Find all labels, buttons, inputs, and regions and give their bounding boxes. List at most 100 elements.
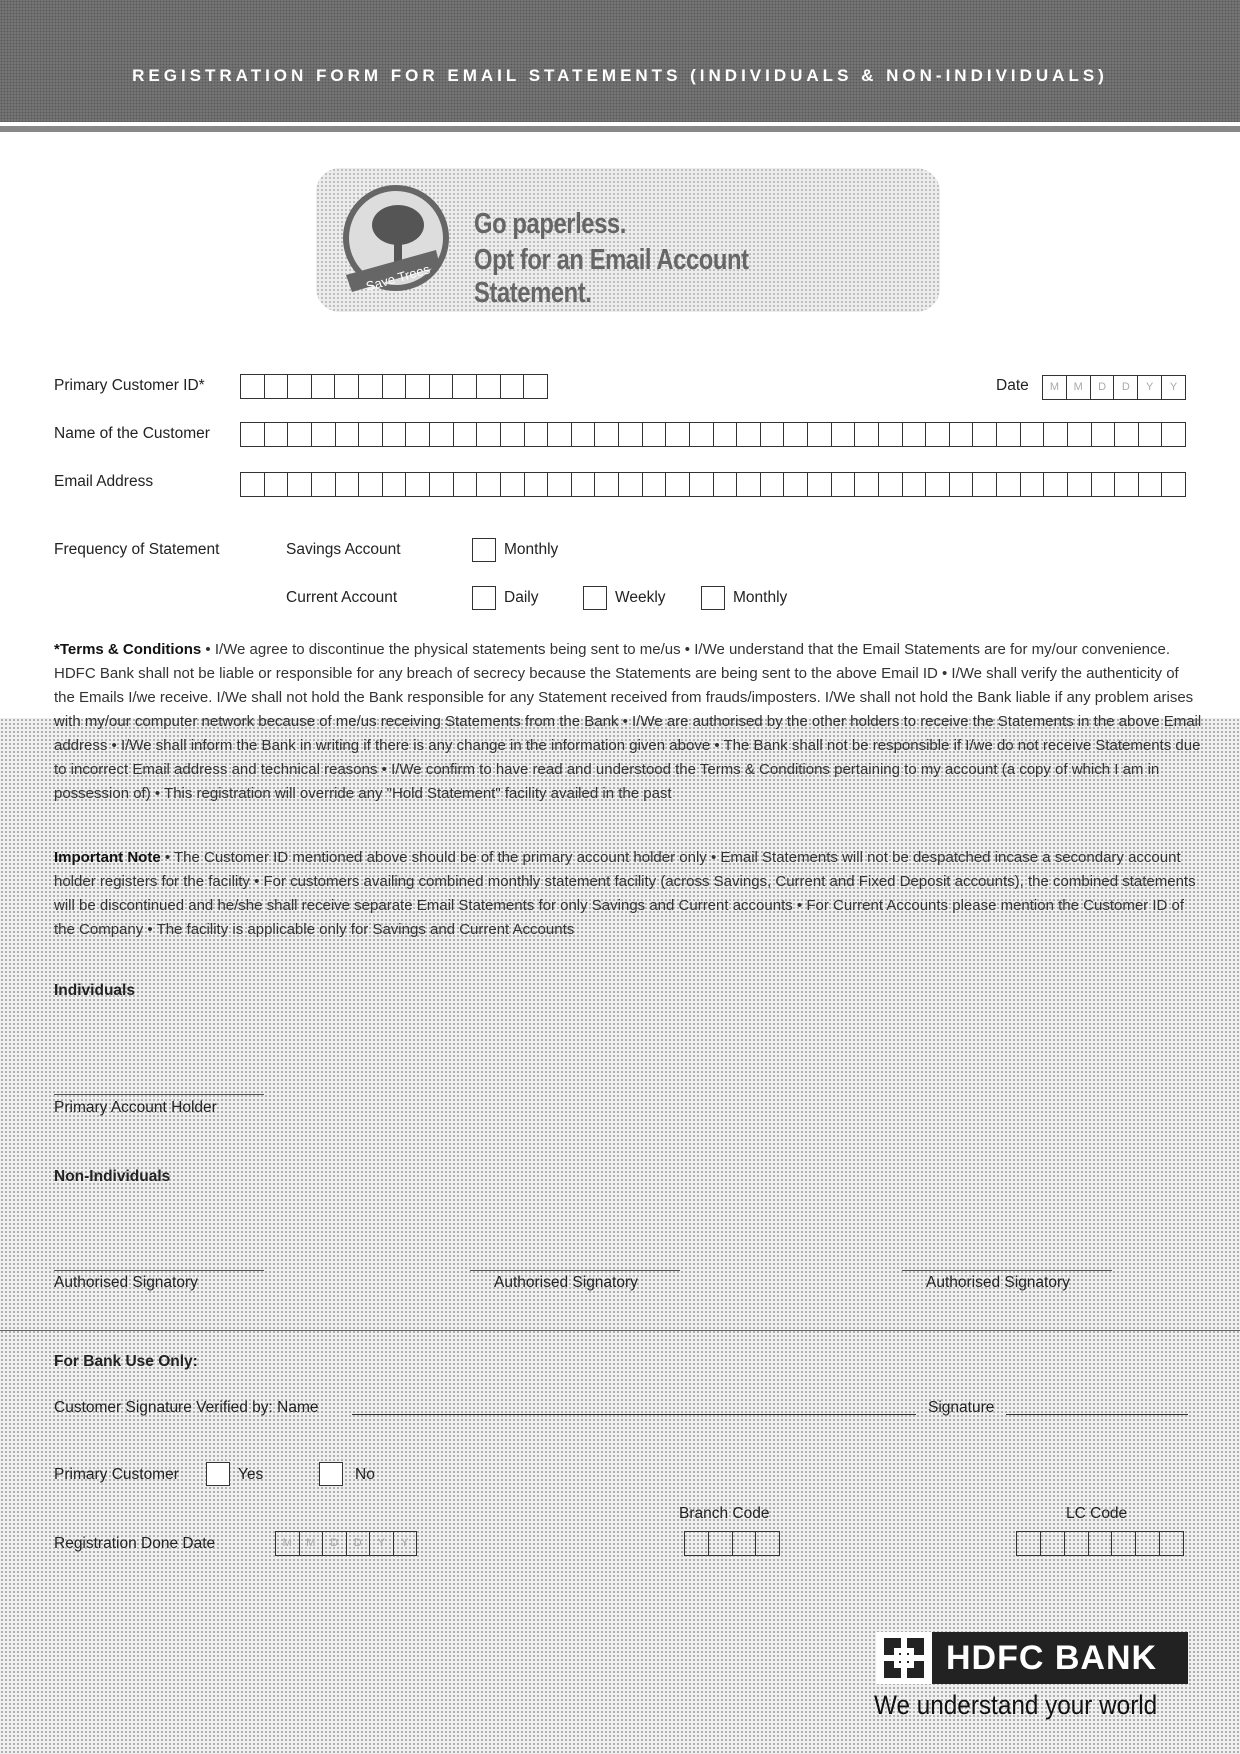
- char-box[interactable]: [690, 423, 714, 446]
- char-box[interactable]: Y: [394, 1532, 417, 1555]
- char-box[interactable]: [832, 423, 856, 446]
- char-box[interactable]: [973, 423, 997, 446]
- char-box[interactable]: [454, 423, 478, 446]
- char-box[interactable]: [1065, 1532, 1089, 1555]
- char-box[interactable]: [525, 473, 549, 496]
- char-box[interactable]: [1089, 1532, 1113, 1555]
- char-box[interactable]: [709, 1532, 733, 1555]
- char-box[interactable]: [430, 473, 454, 496]
- char-box[interactable]: [997, 473, 1021, 496]
- char-box[interactable]: [454, 473, 478, 496]
- branch-code-input[interactable]: [684, 1531, 780, 1556]
- char-box[interactable]: [737, 423, 761, 446]
- char-box[interactable]: [548, 473, 572, 496]
- char-box[interactable]: [1115, 423, 1139, 446]
- customer-id-input[interactable]: [240, 374, 548, 399]
- char-box[interactable]: [1136, 1532, 1161, 1555]
- authorised-signature-line-2[interactable]: [470, 1270, 680, 1271]
- savings-monthly-checkbox[interactable]: [472, 538, 496, 562]
- char-box[interactable]: [383, 423, 407, 446]
- char-box[interactable]: [336, 423, 360, 446]
- char-box[interactable]: Y: [370, 1532, 394, 1555]
- char-box[interactable]: [714, 423, 738, 446]
- char-box[interactable]: [1068, 423, 1092, 446]
- char-box[interactable]: [501, 473, 525, 496]
- char-box[interactable]: D: [1091, 376, 1115, 399]
- char-box[interactable]: [477, 375, 501, 398]
- char-box[interactable]: [595, 473, 619, 496]
- char-box[interactable]: [643, 423, 667, 446]
- current-monthly-checkbox[interactable]: [701, 586, 725, 610]
- char-box[interactable]: [383, 473, 407, 496]
- char-box[interactable]: [430, 375, 454, 398]
- char-box[interactable]: [1017, 1532, 1041, 1555]
- char-box[interactable]: D: [323, 1532, 347, 1555]
- current-daily-checkbox[interactable]: [472, 586, 496, 610]
- char-box[interactable]: [359, 473, 383, 496]
- reg-date-input[interactable]: MMDDYY: [275, 1531, 417, 1556]
- char-box[interactable]: Y: [1138, 376, 1163, 399]
- char-box[interactable]: [756, 1532, 779, 1555]
- char-box[interactable]: [406, 473, 430, 496]
- char-box[interactable]: M: [276, 1532, 300, 1555]
- char-box[interactable]: [477, 473, 501, 496]
- char-box[interactable]: [265, 473, 289, 496]
- char-box[interactable]: [525, 423, 549, 446]
- char-box[interactable]: [336, 473, 360, 496]
- char-box[interactable]: [666, 423, 690, 446]
- char-box[interactable]: [733, 1532, 757, 1555]
- name-input[interactable]: [240, 422, 1186, 447]
- char-box[interactable]: [832, 473, 856, 496]
- date-input[interactable]: MMDDYY: [1042, 375, 1186, 400]
- char-box[interactable]: [1162, 423, 1185, 446]
- char-box[interactable]: [265, 375, 289, 398]
- char-box[interactable]: [265, 423, 289, 446]
- char-box[interactable]: Y: [1162, 376, 1185, 399]
- char-box[interactable]: [643, 473, 667, 496]
- char-box[interactable]: M: [1043, 376, 1067, 399]
- char-box[interactable]: [595, 423, 619, 446]
- char-box[interactable]: [335, 375, 360, 398]
- char-box[interactable]: [1041, 1532, 1065, 1555]
- primary-signature-line[interactable]: [54, 1094, 264, 1095]
- char-box[interactable]: [1092, 423, 1116, 446]
- char-box[interactable]: [808, 473, 832, 496]
- char-box[interactable]: [903, 473, 927, 496]
- char-box[interactable]: [855, 473, 879, 496]
- lc-code-input[interactable]: [1016, 1531, 1184, 1556]
- char-box[interactable]: [619, 423, 643, 446]
- char-box[interactable]: [312, 423, 336, 446]
- signature-field[interactable]: [1006, 1395, 1188, 1415]
- char-box[interactable]: [685, 1532, 709, 1555]
- char-box[interactable]: [406, 375, 430, 398]
- verified-name-field[interactable]: [352, 1395, 916, 1415]
- char-box[interactable]: [997, 423, 1021, 446]
- char-box[interactable]: [879, 423, 903, 446]
- char-box[interactable]: [501, 423, 525, 446]
- char-box[interactable]: [430, 423, 454, 446]
- char-box[interactable]: [1044, 473, 1068, 496]
- primary-no-checkbox[interactable]: [319, 1462, 343, 1486]
- char-box[interactable]: [383, 375, 407, 398]
- char-box[interactable]: [1021, 473, 1045, 496]
- char-box[interactable]: [524, 375, 547, 398]
- char-box[interactable]: [855, 423, 879, 446]
- char-box[interactable]: [784, 423, 808, 446]
- char-box[interactable]: M: [1067, 376, 1091, 399]
- char-box[interactable]: [241, 375, 265, 398]
- char-box[interactable]: [359, 375, 383, 398]
- char-box[interactable]: [1044, 423, 1068, 446]
- char-box[interactable]: [1068, 473, 1092, 496]
- char-box[interactable]: [548, 423, 572, 446]
- current-weekly-checkbox[interactable]: [583, 586, 607, 610]
- char-box[interactable]: M: [300, 1532, 323, 1555]
- char-box[interactable]: D: [347, 1532, 370, 1555]
- char-box[interactable]: [973, 473, 997, 496]
- char-box[interactable]: [406, 423, 430, 446]
- char-box[interactable]: [950, 423, 974, 446]
- char-box[interactable]: [784, 473, 808, 496]
- char-box[interactable]: [808, 423, 832, 446]
- char-box[interactable]: [761, 423, 785, 446]
- char-box[interactable]: [288, 375, 312, 398]
- char-box[interactable]: [241, 473, 265, 496]
